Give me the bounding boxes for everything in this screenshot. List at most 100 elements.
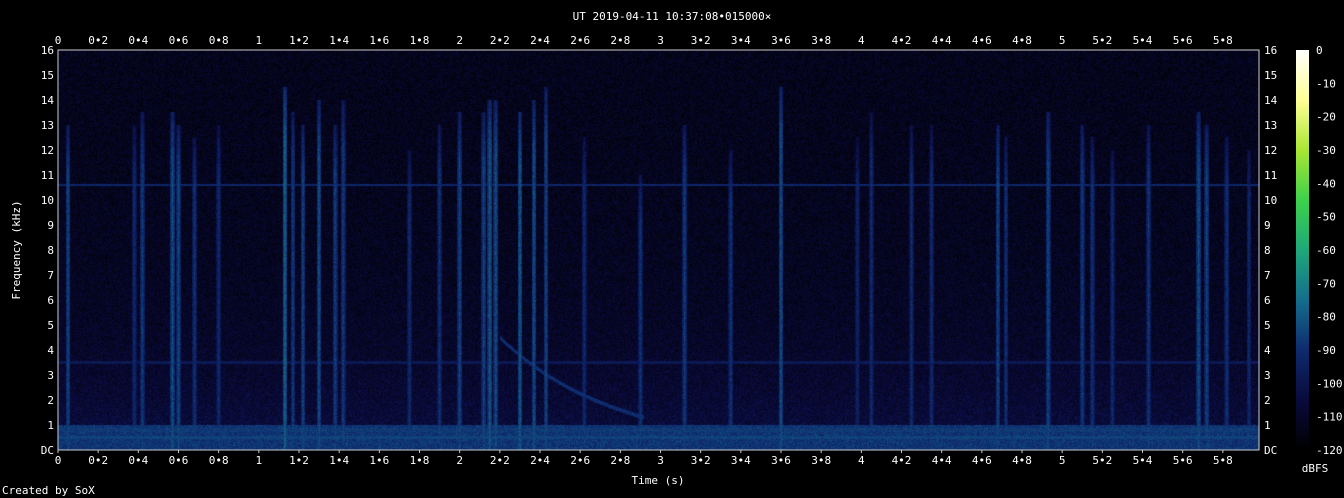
x-tick-label-top: 0•8 [209, 34, 229, 47]
y-tick-labels-left: DC12345678910111213141516 [41, 44, 55, 457]
x-tick-label-top: 2 [456, 34, 463, 47]
y-tick-label-right: 1 [1264, 419, 1271, 432]
colorbar-tick-label: -30 [1316, 144, 1336, 157]
y-tick-label-right: DC [1264, 444, 1277, 457]
x-tick-label-bottom: 1•4 [329, 454, 349, 467]
x-tick-label-top: 1•4 [329, 34, 349, 47]
spectrogram-image [58, 50, 1259, 450]
x-tick-label-top: 4•4 [932, 34, 952, 47]
colorbar-tick-label: -100 [1316, 377, 1343, 390]
x-tick-label-bottom: 2•8 [610, 454, 630, 467]
x-tick-label-bottom: 3•6 [771, 454, 791, 467]
y-tick-label-right: 13 [1264, 119, 1277, 132]
colorbar-label: dBFS [1302, 462, 1329, 475]
x-tick-label-top: 3•2 [691, 34, 711, 47]
x-tick-label-top: 5•2 [1092, 34, 1112, 47]
y-tick-label-left: 6 [47, 294, 54, 307]
spectrogram-chart: UT 2019-04-11 10:37:08•015000× 0 0•2 0•4 0•… [2, 10, 1343, 497]
x-tick-label-bottom: 5•4 [1133, 454, 1153, 467]
x-tick-label-bottom: 3•2 [691, 454, 711, 467]
y-tick-label-left: 3 [47, 369, 54, 382]
colorbar-tick-label: -70 [1316, 277, 1336, 290]
x-tick-label-bottom: 3 [657, 454, 664, 467]
x-tick-label-top: 2•4 [530, 34, 550, 47]
y-tick-label-right: 3 [1264, 369, 1271, 382]
colorbar-gradient [1296, 50, 1309, 450]
x-tick-label-bottom: 2•6 [570, 454, 590, 467]
x-tick-label-bottom: 2•2 [490, 454, 510, 467]
y-tick-label-right: 15 [1264, 69, 1277, 82]
y-tick-label-right: 6 [1264, 294, 1271, 307]
colorbar-tick-label: -50 [1316, 211, 1336, 224]
x-tick-label-top: 1 [256, 34, 263, 47]
x-tick-label-top: 4•8 [1012, 34, 1032, 47]
y-tick-label-left: 16 [41, 44, 54, 57]
x-tick-label-bottom: 5 [1059, 454, 1066, 467]
x-tick-label-bottom: 1•2 [289, 454, 309, 467]
y-tick-label-left: 1 [47, 419, 54, 432]
colorbar-tick-label: -40 [1316, 177, 1336, 190]
x-axis-label: Time (s) [632, 474, 685, 487]
x-tick-label-bottom: 5•8 [1213, 454, 1233, 467]
chart-title: UT 2019-04-11 10:37:08•015000× [573, 10, 772, 23]
x-tick-label-top: 2•2 [490, 34, 510, 47]
x-tick-label-top: 3 [657, 34, 664, 47]
y-tick-label-left: 10 [41, 194, 54, 207]
colorbar-tick-label: -80 [1316, 311, 1336, 324]
x-tick-label-bottom: 3•8 [811, 454, 831, 467]
y-tick-label-left: 12 [41, 144, 54, 157]
y-tick-label-right: 16 [1264, 44, 1277, 57]
y-tick-label-left: 7 [47, 269, 54, 282]
x-tick-label-bottom: 1•6 [369, 454, 389, 467]
colorbar: 0 -10 -20 -30 -40 -50 -60 -70 -80 -90 -100 -110 -120… [1296, 44, 1343, 475]
y-tick-label-right: 14 [1264, 94, 1278, 107]
x-tick-label-bottom: 0 [55, 454, 62, 467]
x-tick-label-bottom: 5•2 [1092, 454, 1112, 467]
x-tick-label-bottom: 4•6 [972, 454, 992, 467]
x-tick-label-top: 4•6 [972, 34, 992, 47]
x-tick-label-bottom: 4•2 [892, 454, 912, 467]
x-tick-label-top: 1•8 [410, 34, 430, 47]
colorbar-tick-label: -110 [1316, 411, 1343, 424]
x-tick-label-bottom: 4 [858, 454, 865, 467]
colorbar-tick-label: -90 [1316, 344, 1336, 357]
x-tick-labels-bottom: 0 0•2 0•4 0•6 0•8 1 1•2 1•4 1•6 1•8 2 2•2 2•4 2•6 2•8 3… [55, 450, 1233, 467]
y-tick-label-right: 9 [1264, 219, 1271, 232]
x-tick-label-top: 0•2 [88, 34, 108, 47]
footer-credit: Created by SoX [2, 484, 95, 497]
x-tick-label-bottom: 0•6 [169, 454, 189, 467]
x-tick-label-top: 1•6 [369, 34, 389, 47]
y-tick-label-left: 4 [47, 344, 54, 357]
y-tick-label-right: 10 [1264, 194, 1277, 207]
x-tick-label-top: 2•8 [610, 34, 630, 47]
plot-area [57, 49, 1260, 451]
y-tick-label-right: 2 [1264, 394, 1271, 407]
x-tick-label-top: 0 [55, 34, 62, 47]
colorbar-tick-label: -20 [1316, 111, 1336, 124]
y-tick-label-left: 11 [41, 169, 54, 182]
x-tick-label-bottom: 5•6 [1173, 454, 1193, 467]
x-tick-label-top: 0•4 [128, 34, 148, 47]
x-tick-labels-top: 0 0•2 0•4 0•6 0•8 1 1•2 1•4 1•6 1•8 2 2•2 2•4 2•6 2•8 3… [55, 34, 1233, 47]
x-tick-label-top: 5•4 [1133, 34, 1153, 47]
x-tick-label-bottom: 1•8 [410, 454, 430, 467]
y-tick-labels-right: DC12345678910111213141516 [1264, 44, 1278, 457]
x-tick-label-top: 1•2 [289, 34, 309, 47]
y-tick-label-right: 5 [1264, 319, 1271, 332]
x-tick-label-bottom: 2•4 [530, 454, 550, 467]
x-tick-label-bottom: 4•4 [932, 454, 952, 467]
y-axis-label: Frequency (kHz) [10, 200, 23, 299]
colorbar-tick-label: -10 [1316, 77, 1336, 90]
x-tick-label-top: 0•6 [169, 34, 189, 47]
y-tick-label-left: 8 [47, 244, 54, 257]
y-tick-label-left: 15 [41, 69, 54, 82]
x-tick-label-bottom: 0•8 [209, 454, 229, 467]
y-tick-label-right: 12 [1264, 144, 1277, 157]
y-tick-label-left: 2 [47, 394, 54, 407]
x-tick-label-top: 3•6 [771, 34, 791, 47]
x-tick-label-top: 4 [858, 34, 865, 47]
x-tick-label-bottom: 1 [256, 454, 263, 467]
colorbar-tick-labels: 0 -10 -20 -30 -40 -50 -60 -70 -80 -90 -100 -110 -120 [1316, 44, 1343, 457]
y-tick-label-right: 11 [1264, 169, 1277, 182]
y-tick-label-left: DC [41, 444, 54, 457]
